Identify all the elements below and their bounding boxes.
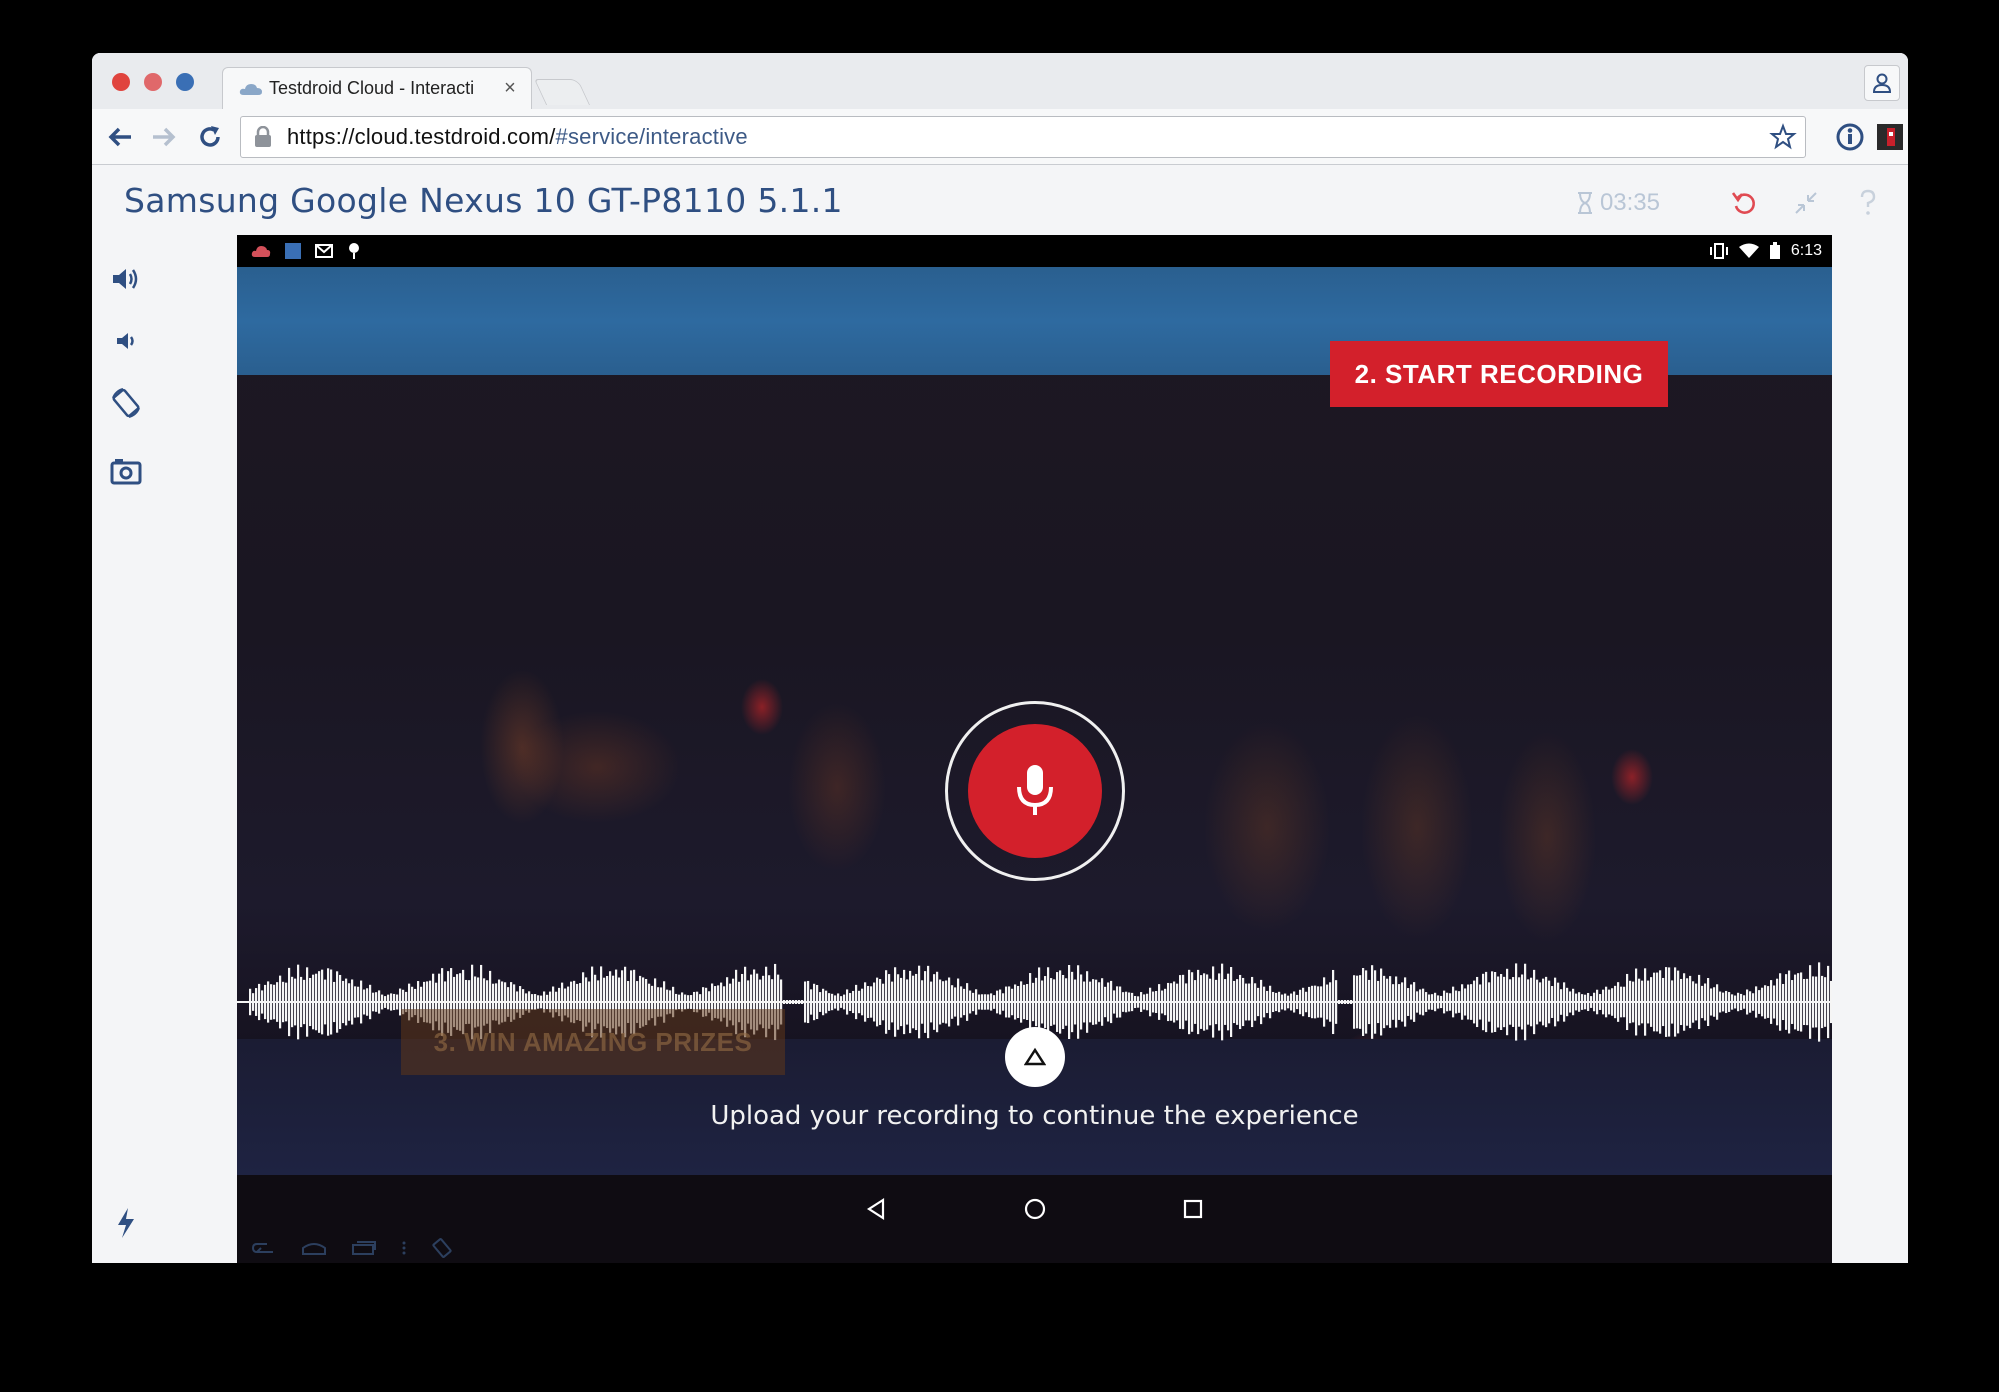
win-prizes-badge: 3. WIN AMAZING PRIZES [401,1009,785,1075]
device-sidebar [92,245,238,1263]
device-title: Samsung Google Nexus 10 GT-P8110 5.1.1 [124,181,843,220]
mini-recents-icon[interactable] [351,1240,377,1256]
reload-icon [200,126,220,147]
record-button[interactable] [968,724,1102,858]
forward-button[interactable] [148,121,180,153]
volume-down-button[interactable] [106,321,146,361]
lightning-icon [118,1208,134,1238]
cloud-icon [239,82,263,96]
mini-rotate-icon[interactable] [431,1237,453,1259]
mini-menu-icon[interactable] [401,1240,407,1256]
back-button[interactable] [104,121,136,153]
extension-icon [1877,124,1903,150]
tab-bar: Testdroid Cloud - Interacti × [92,53,1908,109]
camera-icon [110,459,142,485]
lock-icon [255,126,271,147]
question-icon [1860,189,1876,215]
start-recording-badge: 2. START RECORDING [1330,341,1668,407]
rotate-button[interactable] [106,383,146,423]
extension-button[interactable] [1874,121,1906,153]
tab-title: Testdroid Cloud - Interacti [269,78,475,98]
arrow-left-icon [108,127,131,147]
session-controls: 03:35 [1576,187,1884,219]
browser-toolbar: https://cloud.testdroid.com/#service/int… [92,109,1908,165]
password-manager-button[interactable] [1834,121,1866,153]
help-button[interactable] [1852,187,1884,219]
reset-button[interactable] [1728,187,1760,219]
volume-down-icon [117,333,134,349]
upload-button[interactable] [1005,1027,1065,1087]
tab-close-icon[interactable]: × [499,77,521,100]
mini-home-icon[interactable] [301,1240,327,1256]
testdroid-page: Samsung Google Nexus 10 GT-P8110 5.1.1 0… [92,165,1908,1263]
device-screen[interactable]: 6:13 2. START RECORDING 3. WIN AMAZING P… [237,235,1832,1263]
gmail-icon [315,244,333,258]
volume-up-icon [113,269,138,289]
session-timer: 03:35 [1576,189,1660,217]
new-tab-button[interactable] [533,79,591,105]
volume-up-button[interactable] [106,259,146,299]
home-circle-icon [1024,1198,1046,1220]
hourglass-icon [1577,192,1592,214]
mini-device-controls [251,1237,477,1259]
triangle-up-icon [1024,1047,1046,1066]
upload-instructions: Upload your recording to continue the ex… [710,1101,1359,1131]
android-debug-icon [349,243,359,259]
wifi-icon [1738,243,1759,258]
android-status-bar: 6:13 [237,235,1832,267]
recents-square-icon [1183,1199,1203,1219]
quick-actions-button[interactable] [106,1203,146,1243]
app-notification-icon [285,243,301,259]
back-triangle-icon [866,1197,885,1221]
timer-value: 03:35 [1599,189,1660,216]
bookmark-star-icon[interactable] [1769,123,1797,156]
minimize-view-button[interactable] [1790,187,1822,219]
person-icon [1872,73,1892,93]
url-text: https://cloud.testdroid.com/#service/int… [287,124,748,149]
android-recents-button[interactable] [1173,1189,1213,1229]
browser-window: Testdroid Cloud - Interacti × https://cl… [92,53,1908,1263]
mini-back-icon[interactable] [251,1240,277,1256]
profile-button[interactable] [1864,65,1900,101]
undo-icon [1731,192,1755,214]
info-circle-icon [1836,123,1864,151]
reload-button[interactable] [194,121,226,153]
vibrate-icon [1709,243,1728,259]
android-home-button[interactable] [1015,1189,1055,1229]
cloud-notification-icon [251,246,271,257]
address-bar[interactable]: https://cloud.testdroid.com/#service/int… [240,116,1806,158]
status-clock: 6:13 [1790,242,1822,259]
close-window-button[interactable] [112,73,130,91]
browser-tab[interactable]: Testdroid Cloud - Interacti × [222,67,532,109]
android-back-button[interactable] [857,1189,897,1229]
microphone-icon [1017,765,1053,815]
screenshot-button[interactable] [106,451,146,491]
rotate-screen-icon [112,388,140,418]
android-nav-bar [237,1175,1832,1263]
arrow-right-icon [153,127,176,147]
minimize-window-button[interactable] [144,73,162,91]
collapse-icon [1795,192,1817,214]
zoom-window-button[interactable] [176,73,194,91]
battery-icon [1769,242,1780,259]
